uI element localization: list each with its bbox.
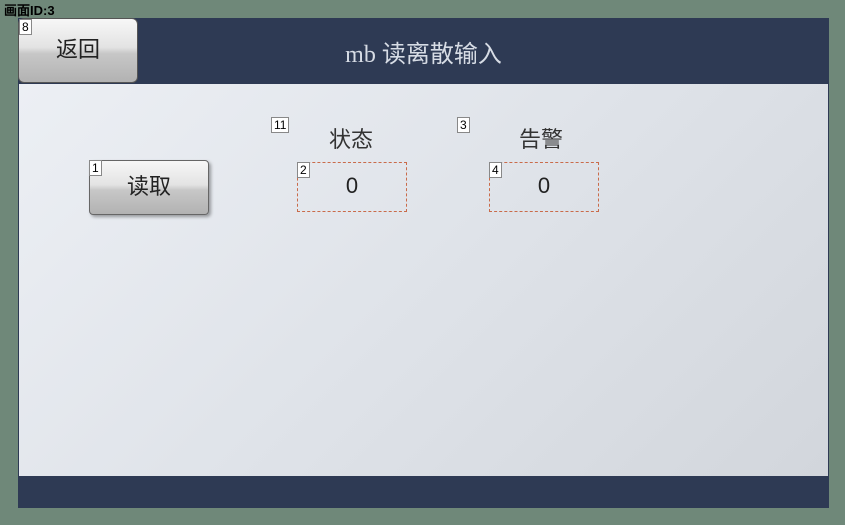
- tag-alarm-label: 3: [457, 117, 470, 133]
- alarm-label: 告警: [519, 122, 563, 154]
- tag-alarm-box: 4: [489, 162, 502, 178]
- page-title: mb 读离散输入: [18, 34, 829, 69]
- header-bar: 8 返回 mb 读离散输入: [18, 18, 829, 83]
- alarm-value-box[interactable]: 0: [489, 162, 599, 212]
- page-id-label: 画面ID:3: [4, 0, 55, 19]
- alarm-value: 0: [538, 173, 550, 198]
- status-value: 0: [346, 173, 358, 198]
- tag-status-box: 2: [297, 162, 310, 178]
- main-window: 8 返回 mb 读离散输入 11 状态 3 告警 1 读取 2 0 4 0: [18, 18, 829, 508]
- read-button-label: 读取: [127, 174, 171, 199]
- tag-status-label: 11: [271, 117, 289, 133]
- tag-back: 8: [19, 19, 32, 35]
- status-value-box[interactable]: 0: [297, 162, 407, 212]
- tag-read-btn: 1: [89, 160, 102, 176]
- status-label: 状态: [329, 122, 373, 154]
- content-panel: 11 状态 3 告警 1 读取 2 0 4 0: [18, 83, 829, 477]
- footer-bar: [18, 477, 829, 508]
- read-button[interactable]: 读取: [89, 160, 209, 215]
